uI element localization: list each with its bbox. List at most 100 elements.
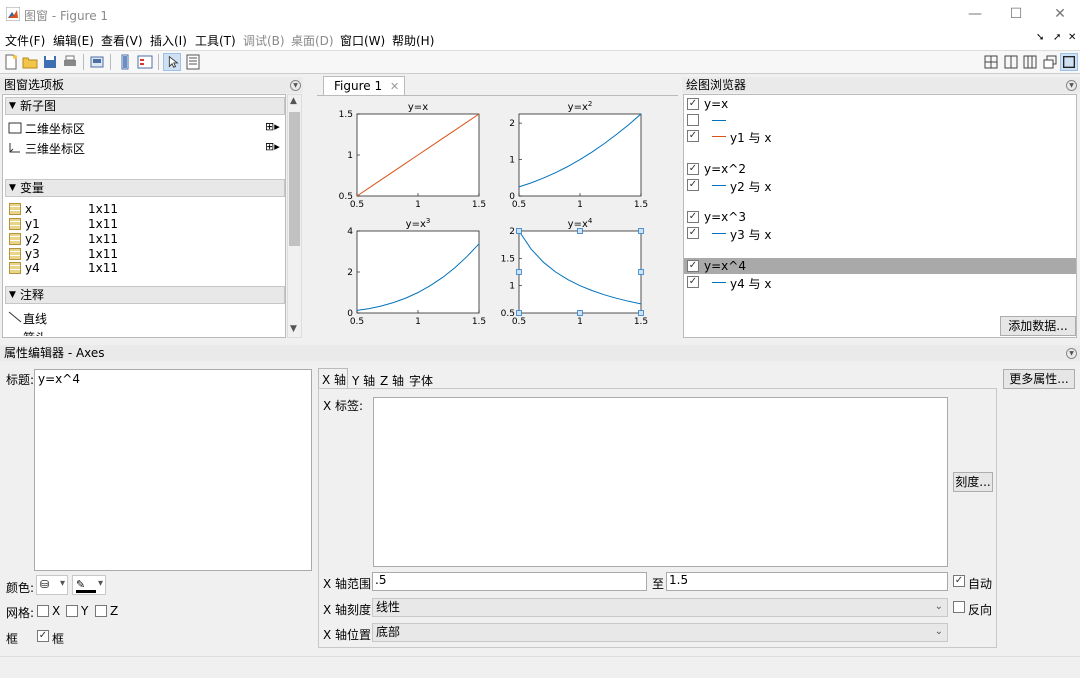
menu-tools[interactable]: 工具(T) bbox=[195, 32, 236, 49]
checkbox-unchecked-icon[interactable] bbox=[687, 114, 699, 126]
selection-handle[interactable] bbox=[516, 269, 522, 275]
tile-rows-icon[interactable] bbox=[1021, 53, 1039, 71]
variable-name[interactable]: x bbox=[25, 202, 32, 216]
close-figure-icon[interactable]: ✕ bbox=[1068, 32, 1076, 43]
browser-line-item[interactable]: y2 与 x bbox=[730, 178, 771, 195]
browser-axes-item[interactable]: y=x^3 bbox=[704, 210, 746, 224]
palette-3d-axes[interactable]: 三维坐标区 bbox=[25, 140, 85, 157]
tab-z-axis[interactable]: Z 轴 bbox=[380, 372, 404, 389]
tile-grid-icon[interactable] bbox=[982, 53, 1000, 71]
grid-dropdown-icon[interactable]: ⊞▸ bbox=[265, 120, 280, 133]
scroll-down-icon[interactable]: ▼ bbox=[290, 324, 297, 334]
more-properties-button[interactable]: 更多属性... bbox=[1003, 369, 1075, 389]
selection-handle[interactable] bbox=[516, 228, 522, 234]
legend-icon[interactable] bbox=[136, 53, 154, 71]
fill-color-button[interactable]: ⛁ ▾ bbox=[36, 575, 68, 595]
variable-name[interactable]: y3 bbox=[25, 247, 40, 261]
xlim-max-input[interactable]: 1.5 bbox=[666, 572, 948, 591]
tab-figure-1[interactable]: Figure 1 ✕ bbox=[323, 76, 405, 96]
browser-line-item[interactable]: y4 与 x bbox=[730, 275, 771, 292]
scroll-up-icon[interactable]: ▲ bbox=[290, 96, 297, 106]
checkbox-checked-icon[interactable]: ✓ bbox=[687, 211, 699, 223]
auto-checkbox[interactable]: ✓ bbox=[953, 575, 965, 587]
tile-columns-icon[interactable] bbox=[1002, 53, 1020, 71]
grid-z-checkbox[interactable] bbox=[95, 605, 107, 617]
maximize-docked-icon[interactable] bbox=[1060, 53, 1078, 71]
grid-dropdown-icon[interactable]: ⊞▸ bbox=[265, 140, 280, 153]
title-input[interactable]: y=x^4 bbox=[34, 369, 312, 571]
tab-close-icon[interactable]: ✕ bbox=[390, 78, 399, 96]
scrollbar-thumb[interactable] bbox=[289, 112, 300, 246]
checkbox-checked-icon[interactable]: ✓ bbox=[687, 227, 699, 239]
grid-y-checkbox[interactable] bbox=[66, 605, 78, 617]
selection-handle[interactable] bbox=[577, 228, 583, 234]
selection-handle[interactable] bbox=[516, 310, 522, 316]
property-editor-menu-icon[interactable]: ▼ bbox=[1066, 348, 1077, 359]
selection-handle[interactable] bbox=[638, 228, 644, 234]
float-window-icon[interactable] bbox=[1041, 53, 1059, 71]
xscale-select[interactable]: 线性 ⌄ bbox=[372, 598, 948, 617]
palette-menu-icon[interactable]: ▼ bbox=[290, 80, 301, 91]
checkbox-checked-icon[interactable]: ✓ bbox=[687, 130, 699, 142]
section-new-subplot[interactable]: ▼ 新子图 bbox=[5, 97, 285, 115]
menu-insert[interactable]: 插入(I) bbox=[150, 32, 187, 49]
browser-line-item[interactable]: y3 与 x bbox=[730, 226, 771, 243]
tab-font[interactable]: 字体 bbox=[409, 372, 433, 389]
xloc-select[interactable]: 底部 ⌄ bbox=[372, 623, 948, 642]
grid-x-checkbox[interactable] bbox=[37, 605, 49, 617]
browser-line-item[interactable]: y1 与 x bbox=[730, 129, 771, 146]
variable-name[interactable]: y4 bbox=[25, 261, 40, 275]
menu-window[interactable]: 窗口(W) bbox=[340, 32, 385, 49]
checkbox-checked-icon[interactable]: ✓ bbox=[687, 179, 699, 191]
print-icon[interactable] bbox=[61, 53, 79, 71]
browser-menu-icon[interactable]: ▼ bbox=[1066, 80, 1077, 91]
add-data-button[interactable]: 添加数据... bbox=[1000, 316, 1076, 336]
select-arrow-icon[interactable] bbox=[163, 53, 181, 71]
variable-name[interactable]: y2 bbox=[25, 232, 40, 246]
link-figure-icon[interactable] bbox=[88, 53, 106, 71]
ticks-button[interactable]: 刻度... bbox=[953, 472, 993, 492]
selection-handle[interactable] bbox=[638, 310, 644, 316]
close-button[interactable]: ✕ bbox=[1050, 5, 1070, 23]
colorbar-icon[interactable] bbox=[116, 53, 134, 71]
tab-x-axis[interactable]: X 轴 bbox=[318, 368, 348, 388]
checkbox-checked-icon[interactable]: ✓ bbox=[687, 98, 699, 110]
edge-color-button[interactable]: ✎ ▾ bbox=[72, 575, 106, 595]
menu-file[interactable]: 文件(F) bbox=[5, 32, 45, 49]
variable-name[interactable]: y1 bbox=[25, 217, 40, 231]
menu-help[interactable]: 帮助(H) bbox=[392, 32, 434, 49]
selection-handle[interactable] bbox=[638, 269, 644, 275]
tab-y-axis[interactable]: Y 轴 bbox=[352, 372, 375, 389]
subplot-2[interactable]: y=x20.5 1 1.5012 bbox=[509, 100, 648, 210]
box-checkbox[interactable]: ✓ bbox=[37, 630, 49, 642]
selection-handle[interactable] bbox=[577, 310, 583, 316]
annotation-line[interactable]: 直线 bbox=[23, 310, 47, 327]
checkbox-checked-icon[interactable]: ✓ bbox=[687, 276, 699, 288]
subplot-4[interactable]: y=x40.5 1 1.50.511.52 bbox=[501, 217, 648, 327]
subplot-1[interactable]: y=x0.5 1 1.50.511.5 bbox=[339, 102, 486, 210]
checkbox-checked-icon[interactable]: ✓ bbox=[687, 260, 699, 272]
menu-edit[interactable]: 编辑(E) bbox=[53, 32, 94, 49]
menu-view[interactable]: 查看(V) bbox=[101, 32, 143, 49]
undock-arrow-icon[interactable]: ➚ bbox=[1053, 32, 1061, 43]
menu-debug[interactable]: 调试(B) bbox=[243, 32, 285, 49]
xlim-min-input[interactable]: .5 bbox=[372, 572, 647, 591]
property-inspector-icon[interactable] bbox=[184, 53, 202, 71]
annotation-arrow[interactable]: 箭头 bbox=[23, 329, 47, 336]
reverse-checkbox[interactable] bbox=[953, 601, 965, 613]
new-file-icon[interactable] bbox=[2, 53, 20, 71]
palette-2d-axes[interactable]: 二维坐标区 bbox=[25, 120, 85, 137]
subplot-3[interactable]: y=x30.5 1 1.5024 bbox=[347, 217, 486, 327]
browser-axes-item[interactable]: y=x^2 bbox=[704, 162, 746, 176]
checkbox-checked-icon[interactable]: ✓ bbox=[687, 163, 699, 175]
dock-arrow-icon[interactable]: ➘ bbox=[1036, 32, 1044, 43]
minimize-button[interactable]: — bbox=[965, 5, 985, 23]
xlabel-input[interactable] bbox=[373, 397, 948, 567]
menu-desktop[interactable]: 桌面(D) bbox=[291, 32, 334, 49]
open-folder-icon[interactable] bbox=[21, 53, 39, 71]
save-icon[interactable] bbox=[41, 53, 59, 71]
maximize-button[interactable]: ☐ bbox=[1006, 5, 1026, 23]
browser-axes-item-selected[interactable]: y=x^4 bbox=[704, 259, 746, 273]
section-variables[interactable]: ▼ 变量 bbox=[5, 179, 285, 197]
browser-axes-item[interactable]: y=x bbox=[704, 97, 728, 111]
